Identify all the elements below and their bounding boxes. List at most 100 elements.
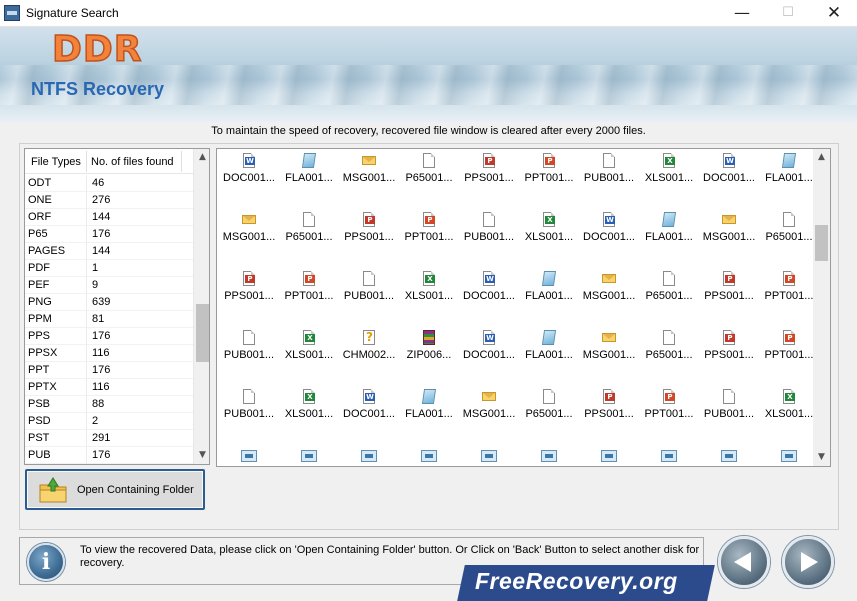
recovered-files-view[interactable]: W DOC001... FLA001... MSG001... P65001... P PP… [216,148,831,467]
recovered-file-item[interactable]: P PPT001... [519,153,579,193]
recovered-file-item[interactable]: P65001... [519,389,579,429]
recovered-file-item[interactable]: ZIP006... [399,330,459,370]
recovered-file-item[interactable] [459,448,519,466]
recovered-file-item[interactable]: MSG001... [699,212,759,252]
file-type-row[interactable]: PSB 88 [25,396,193,413]
back-button[interactable] [718,536,770,588]
recovered-file-item[interactable]: PUB001... [219,389,279,429]
file-type-row[interactable]: PUB 176 [25,447,193,464]
recovered-file-item[interactable]: FLA001... [759,153,813,193]
recovered-file-item[interactable]: W DOC001... [459,330,519,370]
recovered-file-name: P65001... [525,408,573,420]
files-scrollbar[interactable]: ▲ ▼ [813,149,830,466]
file-type-row[interactable]: PAGES 144 [25,243,193,260]
recovered-file-item[interactable]: X XLS001... [399,271,459,311]
recovered-file-item[interactable]: P PPT001... [759,271,813,311]
recovered-file-item[interactable]: X XLS001... [759,389,813,429]
recovered-file-item[interactable]: P65001... [399,153,459,193]
recovered-file-name: MSG001... [222,231,276,243]
file-type-row[interactable]: PEF 9 [25,277,193,294]
maximize-button[interactable]: ☐ [765,0,811,26]
file-type-row[interactable]: PDF 1 [25,260,193,277]
file-type-row[interactable]: PNG 639 [25,294,193,311]
recovered-file-item[interactable]: W DOC001... [699,153,759,193]
file-type-count: 291 [92,432,111,444]
close-button[interactable]: ✕ [811,0,857,26]
file-type-row[interactable]: PPTX 116 [25,379,193,396]
column-header-files-found[interactable]: No. of files found [91,156,174,168]
recovered-file-item[interactable]: P65001... [639,330,699,370]
file-type-row[interactable]: PPS 176 [25,328,193,345]
recovered-file-item[interactable]: P PPS001... [699,271,759,311]
recovered-file-item[interactable]: P PPS001... [339,212,399,252]
scroll-down-arrow-icon[interactable]: ▼ [813,449,830,466]
file-type-row[interactable]: PPT 176 [25,362,193,379]
file-types-list[interactable]: File Types No. of files found ODT 46 ONE 27… [24,148,210,465]
recovered-file-item[interactable] [519,448,579,466]
recovered-file-item[interactable]: W DOC001... [339,389,399,429]
recovered-file-item[interactable]: W DOC001... [459,271,519,311]
scroll-up-arrow-icon[interactable]: ▲ [813,149,830,166]
recovered-file-item[interactable]: PUB001... [579,153,639,193]
recovered-file-item[interactable]: P PPT001... [279,271,339,311]
recovered-file-item[interactable] [399,448,459,466]
recovered-file-item[interactable]: X XLS001... [519,212,579,252]
minimize-button[interactable]: — [719,0,765,26]
recovered-file-item[interactable]: P PPS001... [459,153,519,193]
file-type-row[interactable]: ORF 144 [25,209,193,226]
scrollbar-thumb[interactable] [815,225,828,262]
recovered-file-item[interactable]: MSG001... [219,212,279,252]
recovered-file-item[interactable]: PUB001... [219,330,279,370]
recovered-file-item[interactable]: W DOC001... [579,212,639,252]
recovered-file-item[interactable]: PUB001... [459,212,519,252]
recovered-file-name: P65001... [645,290,693,302]
recovered-file-item[interactable]: MSG001... [579,271,639,311]
file-type-row[interactable]: ODT 46 [25,175,193,192]
recovered-file-item[interactable]: PUB001... [699,389,759,429]
file-type-row[interactable]: PST 291 [25,430,193,447]
file-type-row[interactable]: PPSX 116 [25,345,193,362]
scrollbar-thumb[interactable] [196,304,209,363]
column-header-file-types[interactable]: File Types [31,156,81,168]
recovered-file-item[interactable]: FLA001... [519,271,579,311]
recovered-file-item[interactable]: FLA001... [399,389,459,429]
recovered-file-item[interactable]: PUB001... [339,271,399,311]
recovered-file-item[interactable]: P65001... [279,212,339,252]
recovered-file-item[interactable] [639,448,699,466]
file-type-row[interactable]: PSD 2 [25,413,193,430]
recovered-file-item[interactable] [579,448,639,466]
file-type-row[interactable]: PPM 81 [25,311,193,328]
recovered-file-item[interactable]: W DOC001... [219,153,279,193]
recovered-file-item[interactable]: X XLS001... [639,153,699,193]
file-types-scrollbar[interactable]: ▲ ▼ [193,149,209,464]
open-containing-folder-button[interactable]: Open Containing Folder [25,469,205,510]
scroll-down-arrow-icon[interactable]: ▼ [194,447,209,464]
recovered-file-item[interactable]: FLA001... [519,330,579,370]
recovered-file-item[interactable]: MSG001... [339,153,399,193]
recovered-file-item[interactable]: X XLS001... [279,389,339,429]
scroll-up-arrow-icon[interactable]: ▲ [194,149,209,166]
recovered-file-item[interactable]: P PPT001... [399,212,459,252]
recovered-file-item[interactable]: CHM002... [339,330,399,370]
file-type-row[interactable]: ONE 276 [25,192,193,209]
recovered-file-item[interactable]: P65001... [639,271,699,311]
recovered-file-item[interactable] [759,448,813,466]
recovered-file-item[interactable]: FLA001... [279,153,339,193]
file-type-row[interactable]: P65 176 [25,226,193,243]
recovered-file-item[interactable]: FLA001... [639,212,699,252]
slideshow-document-icon: P [721,271,737,287]
recovered-file-item[interactable]: X XLS001... [279,330,339,370]
recovered-file-item[interactable] [339,448,399,466]
recovered-file-item[interactable]: MSG001... [459,389,519,429]
recovered-file-item[interactable]: P PPS001... [219,271,279,311]
recovered-file-item[interactable]: P PPS001... [579,389,639,429]
recovered-file-item[interactable]: P PPS001... [699,330,759,370]
recovered-file-item[interactable]: P PPT001... [639,389,699,429]
recovered-file-item[interactable]: P PPT001... [759,330,813,370]
recovered-file-item[interactable] [699,448,759,466]
recovered-file-item[interactable]: MSG001... [579,330,639,370]
next-button[interactable] [782,536,834,588]
recovered-file-item[interactable] [279,448,339,466]
recovered-file-item[interactable] [219,448,279,466]
recovered-file-item[interactable]: P65001... [759,212,813,252]
